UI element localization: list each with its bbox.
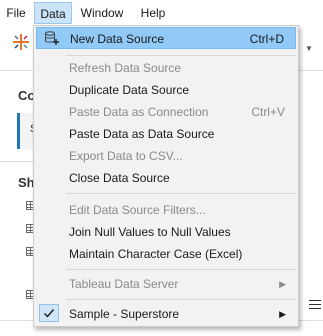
tableau-logo-icon[interactable] [11, 32, 31, 52]
menu-item-label: Duplicate Data Source [69, 83, 190, 97]
menu-item-label: Join Null Values to Null Values [69, 225, 231, 239]
menu-item-label: Paste Data as Data Source [69, 127, 215, 141]
menu-item-label: Refresh Data Source [69, 61, 182, 75]
shortcut-label: Ctrl+V [251, 105, 285, 119]
toolbar-dropdown-icon[interactable]: ▼ [305, 44, 313, 53]
shortcut-label: Ctrl+D [249, 32, 284, 46]
menu-item-label: New Data Source [70, 32, 165, 46]
menu-separator [66, 55, 296, 56]
menu-item-label: Sample - Superstore [69, 307, 180, 321]
new-data-source-icon [45, 31, 59, 45]
menu-file[interactable]: File [1, 2, 31, 24]
menu-item-label: Tableau Data Server [69, 277, 179, 291]
menu-window[interactable]: Window [74, 2, 130, 24]
menu-item-export-data-to-csv[interactable]: Export Data to CSV... [36, 145, 296, 167]
menu-separator [66, 269, 296, 270]
menu-item-label: Close Data Source [69, 171, 170, 185]
submenu-arrow-icon: ▶ [279, 279, 286, 289]
menu-item-new-data-source[interactable]: New Data Source Ctrl+D [36, 27, 296, 49]
menu-data[interactable]: Data [34, 2, 72, 24]
menu-help[interactable]: Help [134, 2, 172, 24]
menu-item-duplicate-data-source[interactable]: Duplicate Data Source [36, 79, 296, 101]
menu-item-label: Edit Data Source Filters... [69, 203, 206, 217]
menu-item-refresh-data-source[interactable]: Refresh Data Source [36, 57, 296, 79]
menu-item-label: Export Data to CSV... [69, 149, 183, 163]
menubar: File Data Window Help [0, 0, 323, 26]
menu-item-tableau-data-server[interactable]: Tableau Data Server ▶ [36, 273, 296, 295]
checked-indicator [39, 304, 59, 322]
menu-item-label: Paste Data as Connection [69, 105, 209, 119]
data-menu-dropdown: New Data Source Ctrl+D Refresh Data Sour… [33, 25, 299, 327]
menu-item-join-null-values[interactable]: Join Null Values to Null Values [36, 221, 296, 243]
menu-item-label: Maintain Character Case (Excel) [69, 247, 243, 261]
menu-item-sample-superstore[interactable]: Sample - Superstore ▶ [36, 303, 296, 325]
checkmark-icon [44, 309, 55, 318]
menu-item-paste-data-as-connection[interactable]: Paste Data as Connection Ctrl+V [36, 101, 296, 123]
menu-item-maintain-character-case[interactable]: Maintain Character Case (Excel) [36, 243, 296, 265]
menu-item-paste-data-as-data-source[interactable]: Paste Data as Data Source [36, 123, 296, 145]
menu-separator [66, 193, 296, 194]
list-view-icon[interactable] [309, 300, 321, 310]
menu-separator [66, 299, 296, 300]
menu-item-close-data-source[interactable]: Close Data Source [36, 167, 296, 189]
menu-item-edit-data-source-filters[interactable]: Edit Data Source Filters... [36, 199, 296, 221]
submenu-arrow-icon: ▶ [279, 309, 286, 319]
